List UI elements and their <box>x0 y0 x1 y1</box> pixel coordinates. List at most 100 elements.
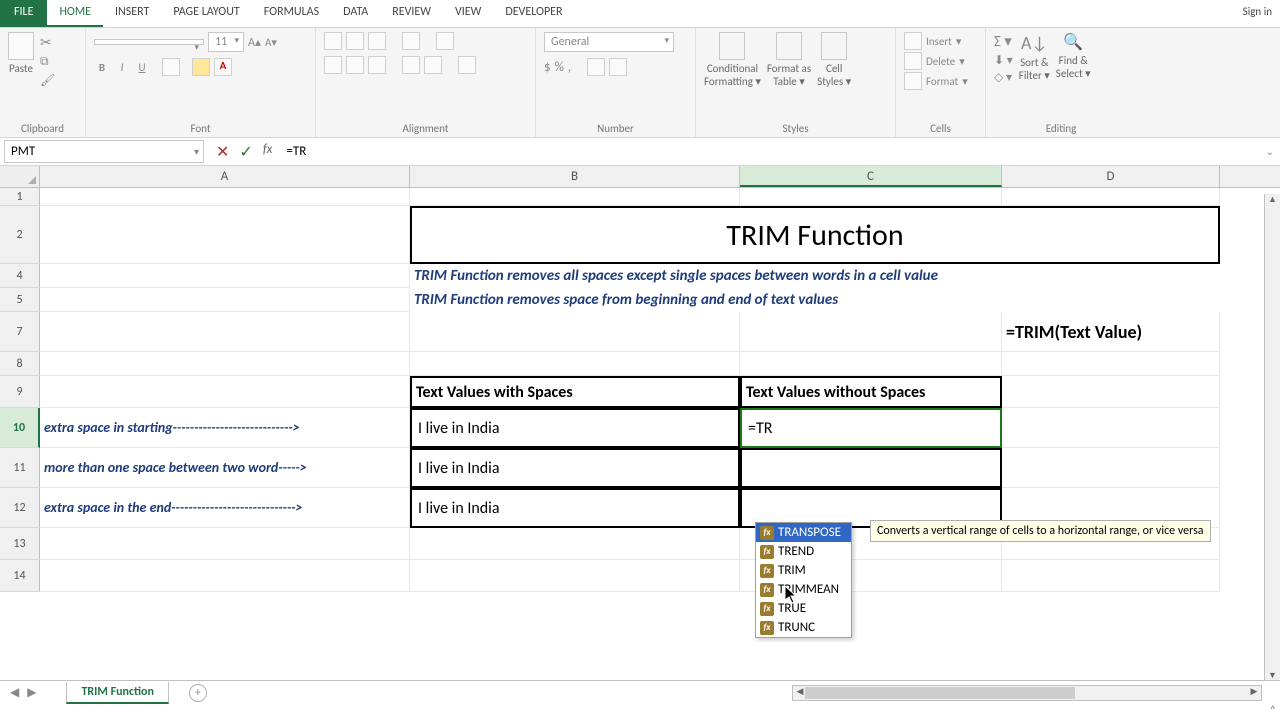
horizontal-scrollbar[interactable]: ◀ ▶ <box>792 685 1262 701</box>
clear-button[interactable]: ◇ ▾ <box>994 70 1013 85</box>
find-select-button[interactable]: 🔍 Find &Select ▾ <box>1056 32 1091 80</box>
vertical-scrollbar[interactable]: ▲ ▼ <box>1264 194 1280 684</box>
font-family-dropdown[interactable] <box>94 39 204 45</box>
cell[interactable] <box>1002 188 1220 206</box>
row-header[interactable]: 2 <box>0 206 40 264</box>
delete-cells-button[interactable]: Delete ▾ <box>904 52 965 70</box>
enter-formula-icon[interactable]: ✓ <box>239 142 252 162</box>
cell[interactable] <box>1002 560 1220 592</box>
cell[interactable] <box>740 312 1002 352</box>
align-top-button[interactable] <box>324 32 342 50</box>
cell[interactable] <box>40 312 410 352</box>
name-box[interactable]: PMT <box>4 140 204 163</box>
sheet-nav-prev-icon[interactable]: ◀ <box>10 685 19 700</box>
autocomplete-item[interactable]: fxTRIM <box>756 561 851 580</box>
cell[interactable] <box>1002 408 1220 448</box>
cut-icon[interactable]: ✂ <box>40 34 55 51</box>
description-cell[interactable]: TRIM Function removes space from beginni… <box>410 288 1220 312</box>
row-header[interactable]: 1 <box>0 188 40 206</box>
align-bottom-button[interactable] <box>368 32 386 50</box>
header-cell[interactable]: Text Values with Spaces <box>410 376 740 408</box>
cell-styles-button[interactable]: CellStyles ▾ <box>817 32 851 88</box>
paste-button[interactable]: Paste <box>8 32 34 75</box>
insert-cells-button[interactable]: Insert ▾ <box>904 32 961 50</box>
description-cell[interactable]: TRIM Function removes all spaces except … <box>410 264 1220 288</box>
row-header[interactable]: 11 <box>0 448 40 488</box>
decrease-decimal-button[interactable] <box>609 58 627 76</box>
format-painter-icon[interactable]: 🖌 <box>40 73 55 88</box>
header-cell[interactable]: Text Values without Spaces <box>740 376 1002 408</box>
select-all-button[interactable] <box>0 166 40 187</box>
col-header-d[interactable]: D <box>1002 166 1220 187</box>
cell[interactable] <box>410 528 740 560</box>
format-as-table-button[interactable]: Format asTable ▾ <box>767 32 811 88</box>
align-left-button[interactable] <box>324 56 342 74</box>
tab-developer[interactable]: DEVELOPER <box>493 0 574 27</box>
fill-button[interactable]: ⬇ ▾ <box>994 53 1013 68</box>
row-header[interactable]: 5 <box>0 288 40 312</box>
increase-indent-button[interactable] <box>424 56 442 74</box>
row-header[interactable]: 12 <box>0 488 40 528</box>
data-cell[interactable] <box>740 448 1002 488</box>
sort-filter-button[interactable]: A↓ Sort &Filter ▾ <box>1019 32 1050 82</box>
add-sheet-button[interactable]: + <box>189 684 207 702</box>
borders-button[interactable] <box>162 58 180 76</box>
cell[interactable] <box>410 312 740 352</box>
align-center-button[interactable] <box>346 56 364 74</box>
title-cell[interactable]: TRIM Function <box>410 206 1220 264</box>
shrink-font-icon[interactable]: A▾ <box>265 36 277 49</box>
row-header[interactable]: 13 <box>0 528 40 560</box>
tab-data[interactable]: DATA <box>331 0 380 27</box>
grow-font-icon[interactable]: A▴ <box>248 35 261 50</box>
row-header[interactable]: 4 <box>0 264 40 288</box>
autocomplete-item[interactable]: fxTRANSPOSE <box>756 523 851 542</box>
data-cell[interactable]: I live in India <box>410 448 740 488</box>
italic-button[interactable]: I <box>114 61 130 74</box>
cell[interactable] <box>410 560 740 592</box>
tab-formulas[interactable]: FORMULAS <box>252 0 331 27</box>
cell[interactable] <box>40 560 410 592</box>
row-header[interactable]: 10 <box>0 408 40 448</box>
cell[interactable] <box>1002 352 1220 376</box>
formula-input[interactable]: =TR <box>280 141 1259 162</box>
scroll-right-icon[interactable]: ▶ <box>1247 686 1261 700</box>
cell[interactable] <box>40 188 410 206</box>
cell[interactable] <box>40 288 410 312</box>
expand-formula-bar-icon[interactable]: ⌄ <box>1260 145 1280 158</box>
cell[interactable] <box>410 188 740 206</box>
row-header[interactable]: 7 <box>0 312 40 352</box>
syntax-cell[interactable]: =TRIM(Text Value) <box>1002 312 1220 352</box>
row-header[interactable]: 14 <box>0 560 40 592</box>
cell[interactable] <box>40 206 410 264</box>
tab-page-layout[interactable]: PAGE LAYOUT <box>161 0 251 27</box>
fx-icon[interactable]: fx <box>263 142 273 162</box>
sheet-nav-next-icon[interactable]: ▶ <box>27 685 36 700</box>
cancel-formula-icon[interactable]: ✕ <box>216 142 229 162</box>
font-color-button[interactable]: A <box>214 58 232 76</box>
cell[interactable] <box>40 528 410 560</box>
autocomplete-item[interactable]: fxTREND <box>756 542 851 561</box>
cell[interactable] <box>40 376 410 408</box>
tab-insert[interactable]: INSERT <box>103 0 161 27</box>
cell[interactable] <box>740 188 1002 206</box>
conditional-formatting-button[interactable]: ConditionalFormatting ▾ <box>704 32 761 88</box>
data-cell[interactable]: I live in India <box>410 408 740 448</box>
copy-icon[interactable]: ⧉ <box>40 55 55 69</box>
format-cells-button[interactable]: Format ▾ <box>904 72 968 90</box>
cell[interactable] <box>40 264 410 288</box>
scroll-up-icon[interactable]: ▲ <box>1265 194 1280 208</box>
collapse-ribbon-icon[interactable]: ˄ <box>1270 704 1276 718</box>
col-header-b[interactable]: B <box>410 166 740 187</box>
number-format-dropdown[interactable]: General <box>544 32 674 52</box>
label-cell[interactable]: extra space in the end------------------… <box>40 488 410 528</box>
tab-view[interactable]: VIEW <box>443 0 493 27</box>
file-tab[interactable]: FILE <box>0 0 47 27</box>
wrap-text-button[interactable] <box>436 32 454 50</box>
orientation-button[interactable] <box>402 32 420 50</box>
align-middle-button[interactable] <box>346 32 364 50</box>
underline-button[interactable]: U <box>134 61 150 74</box>
decrease-indent-button[interactable] <box>402 56 420 74</box>
autocomplete-item[interactable]: fxTRUE <box>756 599 851 618</box>
align-right-button[interactable] <box>368 56 386 74</box>
label-cell[interactable]: extra space in starting-----------------… <box>40 408 410 448</box>
